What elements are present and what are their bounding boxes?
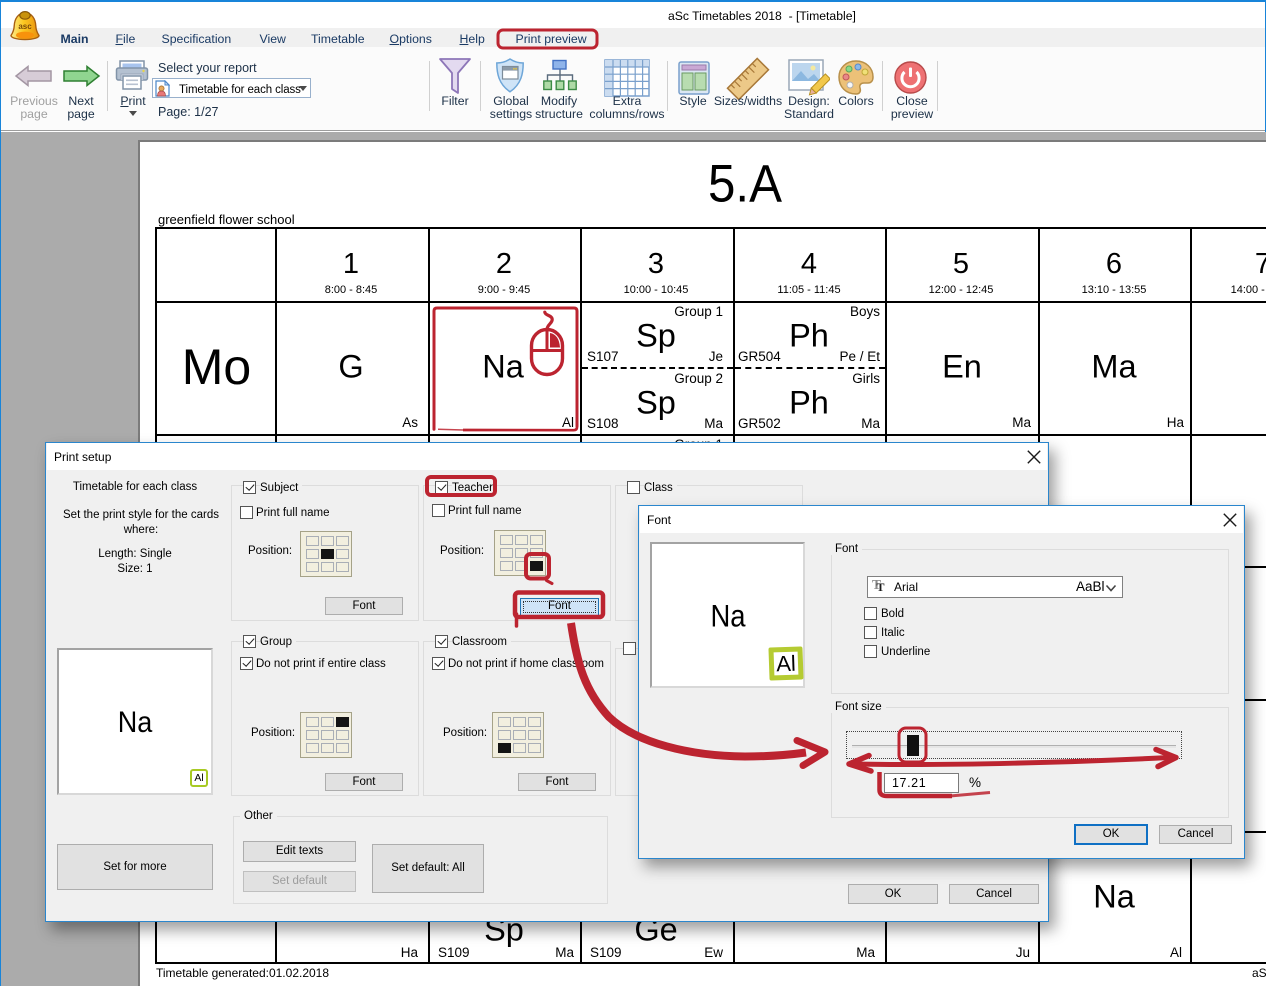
svg-text:asc: asc [18,22,32,31]
